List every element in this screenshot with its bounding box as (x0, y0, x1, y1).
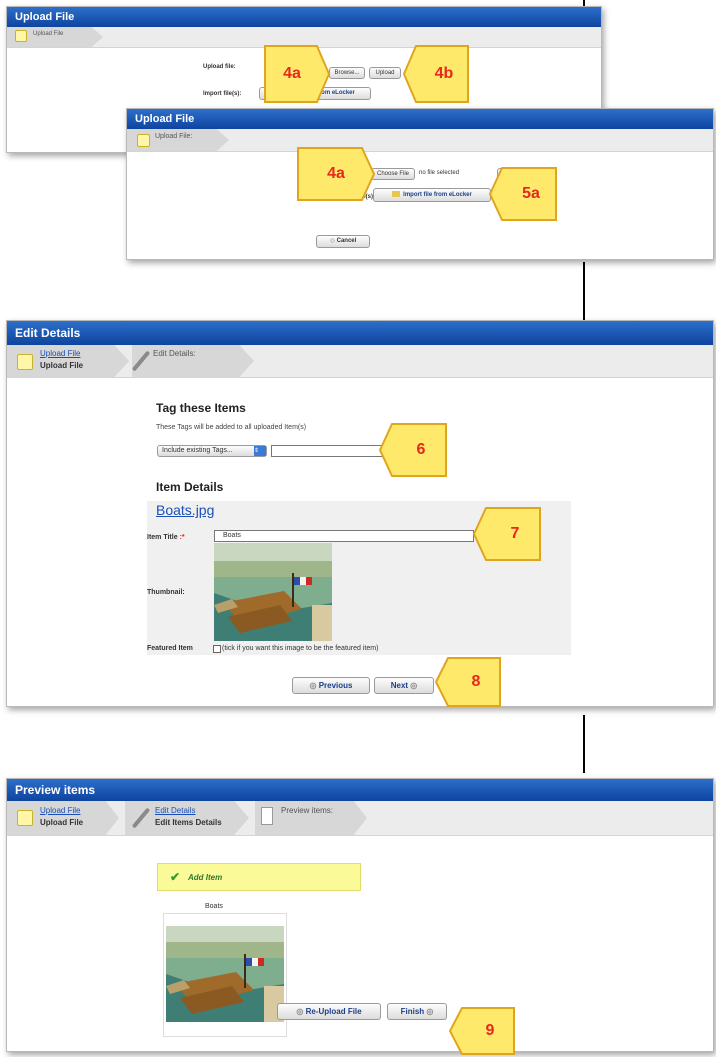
breadcrumb-label: Upload File (33, 31, 64, 37)
upload-file-label: Upload file: (203, 64, 236, 70)
callout-label: 4b (434, 65, 454, 82)
preview-image (166, 926, 284, 1022)
no-file-selected-text: no file selected (419, 170, 460, 176)
tag-input[interactable] (271, 445, 383, 457)
breadcrumb-edit-link[interactable]: Edit Details (155, 806, 195, 815)
callout-4a-top: 4a (255, 45, 331, 103)
import-from-elocker-button[interactable]: Import file from eLocker (373, 188, 491, 202)
preview-caption: Boats (205, 903, 223, 910)
callout-label: 5a (522, 185, 540, 202)
featured-item-label: Featured Item (147, 645, 193, 652)
connector-line (583, 262, 585, 320)
reupload-icon: ◎ (296, 1007, 306, 1016)
item-title-text: Item Title (147, 534, 178, 541)
callout-label: 9 (485, 1022, 495, 1039)
callout-label: 7 (510, 525, 520, 542)
thumbnail-label: Thumbnail: (147, 589, 185, 596)
tag-heading: Tag these Items (156, 401, 246, 415)
breadcrumb: Upload File: (127, 129, 713, 152)
cancel-button[interactable]: ◎ Cancel (316, 235, 370, 248)
reupload-label: Re-Upload File (305, 1007, 362, 1016)
reupload-button[interactable]: ◎ Re-Upload File (277, 1003, 381, 1020)
tag-select[interactable]: Include existing Tags... ⇕ (157, 445, 267, 457)
tag-note: These Tags will be added to all uploaded… (156, 424, 307, 431)
breadcrumb: Upload File Upload File Edit Details Edi… (7, 801, 713, 836)
callout-label: 8 (471, 673, 481, 690)
item-title-value: Boats (223, 532, 241, 539)
breadcrumb: Upload File Upload File Edit Details: (7, 345, 713, 378)
finish-label: Finish (400, 1007, 425, 1016)
preview-items-panel: Preview items Upload File Upload File Ed… (6, 778, 714, 1052)
preview-card[interactable] (163, 913, 287, 1037)
finish-button[interactable]: Finish ◎ (387, 1003, 447, 1020)
thumbnail-image (214, 543, 332, 641)
select-arrows-icon: ⇕ (254, 446, 266, 456)
folder-icon (392, 191, 401, 198)
previous-button[interactable]: ◎ Previous (292, 677, 370, 694)
breadcrumb-edit-sub: Edit Items Details (155, 818, 222, 827)
upload-icon (15, 30, 27, 42)
cancel-button-label: Cancel (336, 238, 357, 244)
panel-title: Upload File (7, 7, 601, 27)
previous-icon: ◎ (309, 681, 319, 690)
callout-5a: 5a (488, 167, 557, 221)
add-item-label: Add Item (188, 873, 223, 882)
finish-icon: ◎ (424, 1007, 434, 1016)
next-icon: ◎ (408, 681, 418, 690)
breadcrumb-upload-sub: Upload File (40, 818, 84, 827)
checkmark-icon: ✔ (170, 870, 181, 884)
magnifier-icon (261, 807, 273, 825)
cancel-icon: ◎ (329, 238, 337, 244)
upload-icon (17, 810, 33, 826)
item-title-label: Item Title :* (147, 534, 185, 541)
previous-label: Previous (318, 681, 353, 690)
callout-6: 6 (378, 423, 447, 477)
next-label: Next (390, 681, 409, 690)
edit-details-panel: Edit Details Upload File Upload File Edi… (6, 320, 714, 707)
panel-title: Preview items (7, 779, 713, 801)
callout-label: 6 (416, 441, 426, 458)
panel-title: Upload File (127, 109, 713, 129)
item-title-input[interactable]: Boats (214, 530, 474, 542)
callout-4a-mid: 4a (297, 147, 376, 201)
next-button[interactable]: Next ◎ (374, 677, 434, 694)
file-link[interactable]: Boats.jpg (156, 502, 214, 518)
callout-8: 8 (434, 657, 501, 707)
breadcrumb-upload-link[interactable]: Upload File (40, 349, 80, 358)
featured-item-checkbox[interactable] (213, 645, 221, 653)
import-button-label: Import file from eLocker (403, 192, 472, 198)
required-marker: :* (179, 534, 185, 541)
breadcrumb-label: Upload File: (155, 133, 193, 140)
featured-item-hint: (tick if you want this image to be the f… (222, 645, 379, 652)
breadcrumb: Upload File (7, 27, 601, 48)
upload-icon (137, 134, 150, 147)
upload-icon (17, 354, 33, 370)
breadcrumb-upload-sub: Upload File (40, 361, 84, 370)
tag-select-value: Include existing Tags... (162, 447, 233, 454)
add-item-banner[interactable]: ✔ Add Item (157, 863, 361, 891)
import-files-label: Import file(s): (203, 91, 242, 97)
panel-title: Edit Details (7, 321, 713, 345)
connector-line (583, 715, 585, 773)
callout-label: 4a (327, 165, 345, 182)
callout-9: 9 (448, 1007, 515, 1055)
breadcrumb-preview-label: Preview items: (281, 806, 334, 815)
callout-4b: 4b (402, 45, 469, 103)
breadcrumb-edit-label: Edit Details: (153, 349, 196, 358)
breadcrumb-upload-link[interactable]: Upload File (40, 806, 80, 815)
upload-button[interactable]: Upload (369, 67, 401, 79)
callout-7: 7 (472, 507, 541, 561)
upload-file-panel-2: Upload File Upload File: Choose File no … (126, 108, 714, 260)
item-details-heading: Item Details (156, 480, 224, 494)
callout-label: 4a (283, 65, 301, 82)
